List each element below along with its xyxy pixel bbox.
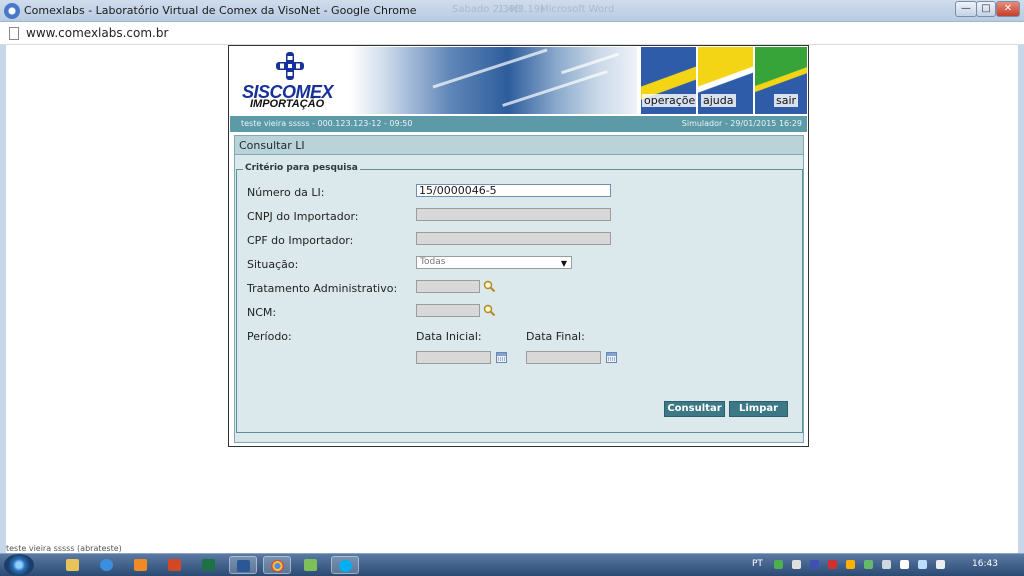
environment-info: Simulador - 29/01/2015 16:29 xyxy=(681,119,802,128)
data-final-label: Data Final: xyxy=(526,330,585,343)
taskbar-chrome[interactable] xyxy=(263,556,291,574)
maximize-button[interactable]: □ xyxy=(976,1,996,17)
tray-security-icon[interactable] xyxy=(828,560,837,569)
folder-icon xyxy=(66,559,79,571)
situacao-value: Todas xyxy=(420,257,446,267)
panel-title: Consultar LI xyxy=(235,136,803,155)
menu-operacoes[interactable]: operações xyxy=(641,47,696,114)
data-final-calendar-icon[interactable] xyxy=(606,352,617,363)
numero-li-input[interactable]: 15/0000046-5 xyxy=(416,184,611,197)
word-icon xyxy=(237,560,250,572)
data-inicial-calendar-icon[interactable] xyxy=(496,352,507,363)
menu-sair[interactable]: sair xyxy=(755,47,807,114)
siscomex-frame: SISCOMEX IMPORTAÇÃO operações ajuda sair… xyxy=(228,45,809,447)
media-player-icon xyxy=(134,559,147,571)
menu-sair-label: sair xyxy=(774,94,799,107)
taskbar-explorer[interactable] xyxy=(59,556,87,574)
search-criteria-legend: Critério para pesquisa xyxy=(243,163,360,173)
page-icon xyxy=(9,27,19,40)
tray-network-status-icon[interactable] xyxy=(864,560,873,569)
excel-icon xyxy=(202,559,215,571)
user-info-bar: teste vieira sssss - 000.123.123-12 - 09… xyxy=(230,116,807,132)
taskbar: PT 16:43 xyxy=(0,553,1024,576)
address-bar[interactable]: www.comexlabs.com.br xyxy=(0,22,1024,45)
situacao-label: Situação: xyxy=(247,258,299,271)
tratamento-search-icon[interactable] xyxy=(483,280,496,293)
tray-battery-icon[interactable] xyxy=(882,560,891,569)
numero-li-label: Número da LI: xyxy=(247,186,325,199)
tratamento-label: Tratamento Administrativo: xyxy=(247,282,398,295)
cpf-input[interactable] xyxy=(416,232,611,245)
skype-icon xyxy=(339,560,352,572)
consultar-li-panel: Consultar LI Critério para pesquisa Núme… xyxy=(234,135,804,443)
cnpj-input[interactable] xyxy=(416,208,611,221)
window-border-left xyxy=(0,45,6,555)
window-titlebar: Comexlabs - Laboratório Virtual de Comex… xyxy=(0,0,1024,22)
menu-ajuda[interactable]: ajuda xyxy=(698,47,753,114)
ie-icon xyxy=(100,559,113,571)
data-final-input[interactable] xyxy=(526,351,601,364)
window-border-right xyxy=(1018,45,1024,555)
ncm-search-icon[interactable] xyxy=(483,304,496,317)
ghost-tab-2: 1,4(3.19) xyxy=(498,4,544,15)
close-button[interactable]: ✕ xyxy=(996,1,1020,17)
window-title: Comexlabs - Laboratório Virtual de Comex… xyxy=(24,4,417,17)
taskbar-word[interactable] xyxy=(229,556,257,574)
banner-image xyxy=(350,47,637,114)
tray-update-icon[interactable] xyxy=(846,560,855,569)
url-text[interactable]: www.comexlabs.com.br xyxy=(26,26,168,40)
menu-operacoes-label: operações xyxy=(642,94,696,107)
language-indicator[interactable]: PT xyxy=(752,559,763,569)
taskbar-powerpoint[interactable] xyxy=(161,556,189,574)
menu-ajuda-label: ajuda xyxy=(701,94,736,107)
taskbar-ie[interactable] xyxy=(93,556,121,574)
tray-signal-icon[interactable] xyxy=(918,560,927,569)
cnpj-label: CNPJ do Importador: xyxy=(247,210,359,223)
tray-volume-icon[interactable] xyxy=(936,560,945,569)
situacao-select[interactable]: Todas ▼ xyxy=(416,256,572,269)
tray-bluetooth-icon[interactable] xyxy=(810,560,819,569)
tratamento-input[interactable] xyxy=(416,280,480,293)
tray-flag-icon[interactable] xyxy=(900,560,909,569)
start-button[interactable] xyxy=(4,554,34,576)
status-bubble: teste vieira sssss (abrateste) xyxy=(6,544,122,553)
siscomex-logo: SISCOMEX IMPORTAÇÃO xyxy=(230,47,350,114)
chrome-icon xyxy=(271,560,284,572)
ncm-label: NCM: xyxy=(247,306,277,319)
ncm-input[interactable] xyxy=(416,304,480,317)
minimize-button[interactable]: — xyxy=(955,1,977,17)
tray-check-icon[interactable] xyxy=(774,560,783,569)
banner: SISCOMEX IMPORTAÇÃO operações ajuda sair xyxy=(230,47,807,114)
limpar-button[interactable]: Limpar xyxy=(729,401,788,417)
powerpoint-icon xyxy=(168,559,181,571)
dropdown-arrow-icon: ▼ xyxy=(560,259,567,268)
search-criteria-fieldset: Critério para pesquisa Número da LI: 15/… xyxy=(236,163,803,433)
chrome-app-icon xyxy=(4,3,20,19)
data-inicial-input[interactable] xyxy=(416,351,491,364)
logo-subtitle: IMPORTAÇÃO xyxy=(250,98,325,110)
tray-antivirus-icon[interactable] xyxy=(792,560,801,569)
siscomex-cross-icon xyxy=(276,52,304,80)
user-info: teste vieira sssss - 000.123.123-12 - 09… xyxy=(241,119,413,128)
cpf-label: CPF do Importador: xyxy=(247,234,354,247)
data-inicial-label: Data Inicial: xyxy=(416,330,482,343)
taskbar-media[interactable] xyxy=(127,556,155,574)
taskbar-messenger[interactable] xyxy=(297,556,325,574)
taskbar-skype[interactable] xyxy=(331,556,359,574)
taskbar-clock[interactable]: 16:43 xyxy=(972,559,998,569)
consultar-button[interactable]: Consultar xyxy=(664,401,725,417)
periodo-label: Período: xyxy=(247,330,292,343)
taskbar-excel[interactable] xyxy=(195,556,223,574)
messenger-icon xyxy=(304,559,317,571)
ghost-tab-3: Microsoft Word xyxy=(540,4,615,15)
